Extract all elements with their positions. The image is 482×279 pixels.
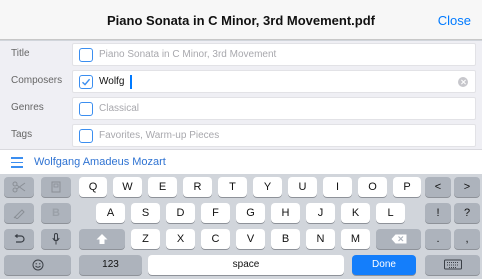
undo-icon (14, 234, 25, 243)
title-row: Title Piano Sonata in C Minor, 3rd Movem… (0, 41, 482, 68)
clear-icon[interactable] (458, 77, 468, 87)
key-v[interactable]: V (236, 229, 265, 249)
key-i[interactable]: I (323, 177, 352, 197)
composers-value: Wolfg (99, 76, 125, 87)
genres-label: Genres (11, 102, 44, 113)
close-button[interactable]: Close (438, 13, 471, 28)
key-j[interactable]: J (306, 203, 335, 223)
key-greater-than[interactable]: > (454, 177, 480, 197)
space-key[interactable]: space (148, 255, 344, 275)
key-b[interactable]: B (271, 229, 300, 249)
key-g[interactable]: G (236, 203, 265, 223)
text-cursor (130, 75, 132, 89)
key-h[interactable]: H (271, 203, 300, 223)
tags-placeholder: Favorites, Warm-up Pieces (99, 130, 220, 141)
dictation-key[interactable] (41, 229, 71, 249)
key-c[interactable]: C (201, 229, 230, 249)
key-u[interactable]: U (288, 177, 317, 197)
tags-row: Tags Favorites, Warm-up Pieces (0, 122, 482, 149)
genres-placeholder: Classical (99, 103, 140, 114)
document-title: Piano Sonata in C Minor, 3rd Movement.pd… (107, 13, 375, 28)
title-label: Title (11, 48, 30, 59)
composers-field[interactable]: Wolfg (72, 70, 476, 93)
undo-key[interactable] (4, 229, 34, 249)
key-o[interactable]: O (358, 177, 387, 197)
bold-key[interactable]: B (41, 203, 71, 223)
backspace-icon (391, 234, 406, 244)
delete-key[interactable] (376, 229, 421, 249)
key-exclamation[interactable]: ! (425, 203, 451, 223)
hide-keyboard-key[interactable] (425, 255, 480, 275)
key-m[interactable]: M (341, 229, 370, 249)
key-r[interactable]: R (183, 177, 212, 197)
genres-row: Genres Classical (0, 95, 482, 122)
key-p[interactable]: P (393, 177, 421, 197)
key-l[interactable]: L (376, 203, 405, 223)
metadata-form: Title Piano Sonata in C Minor, 3rd Movem… (0, 41, 482, 149)
numbers-key[interactable]: 123 (79, 255, 142, 275)
key-comma[interactable]: , (454, 229, 480, 249)
emoji-key[interactable] (4, 255, 71, 275)
emoji-icon (32, 259, 43, 271)
key-s[interactable]: S (131, 203, 160, 223)
title-field[interactable]: Piano Sonata in C Minor, 3rd Movement (72, 43, 476, 66)
title-placeholder: Piano Sonata in C Minor, 3rd Movement (99, 49, 277, 60)
key-period[interactable]: . (425, 229, 451, 249)
keyboard: Q W E R T Y U I O P < > B A S D F G H J … (0, 174, 482, 279)
key-y[interactable]: Y (253, 177, 282, 197)
key-x[interactable]: X (166, 229, 195, 249)
key-less-than[interactable]: < (425, 177, 451, 197)
paste-key[interactable] (4, 203, 34, 223)
composers-label: Composers (11, 75, 63, 86)
cut-key[interactable] (4, 177, 34, 197)
key-question[interactable]: ? (454, 203, 480, 223)
copy-key[interactable] (41, 177, 71, 197)
mic-icon (52, 233, 60, 245)
key-f[interactable]: F (201, 203, 230, 223)
keyboard-icon (443, 259, 462, 270)
key-a[interactable]: A (96, 203, 125, 223)
tags-checkbox[interactable] (79, 129, 93, 143)
suggestion-bar: Wolfgang Amadeus Mozart (0, 149, 482, 174)
key-e[interactable]: E (148, 177, 177, 197)
tags-label: Tags (11, 129, 33, 140)
key-k[interactable]: K (341, 203, 370, 223)
key-q[interactable]: Q (79, 177, 107, 197)
title-checkbox[interactable] (79, 48, 93, 62)
list-icon[interactable] (11, 157, 23, 168)
key-t[interactable]: T (218, 177, 247, 197)
tags-field[interactable]: Favorites, Warm-up Pieces (72, 124, 476, 147)
genres-field[interactable]: Classical (72, 97, 476, 120)
copy-icon (51, 181, 61, 193)
key-w[interactable]: W (113, 177, 142, 197)
paste-icon (13, 209, 25, 219)
key-z[interactable]: Z (131, 229, 160, 249)
navbar: Piano Sonata in C Minor, 3rd Movement.pd… (0, 0, 482, 40)
shift-key[interactable] (79, 229, 125, 249)
done-key[interactable]: Done (352, 255, 416, 275)
key-d[interactable]: D (166, 203, 195, 223)
screen: Piano Sonata in C Minor, 3rd Movement.pd… (0, 0, 482, 279)
genres-checkbox[interactable] (79, 102, 93, 116)
scissors-icon (12, 181, 26, 193)
composer-suggestion[interactable]: Wolfgang Amadeus Mozart (34, 156, 166, 168)
checkmark-icon (82, 78, 91, 86)
shift-icon (96, 234, 108, 244)
key-n[interactable]: N (306, 229, 335, 249)
composers-checkbox[interactable] (79, 75, 93, 89)
composers-row: Composers Wolfg (0, 68, 482, 95)
